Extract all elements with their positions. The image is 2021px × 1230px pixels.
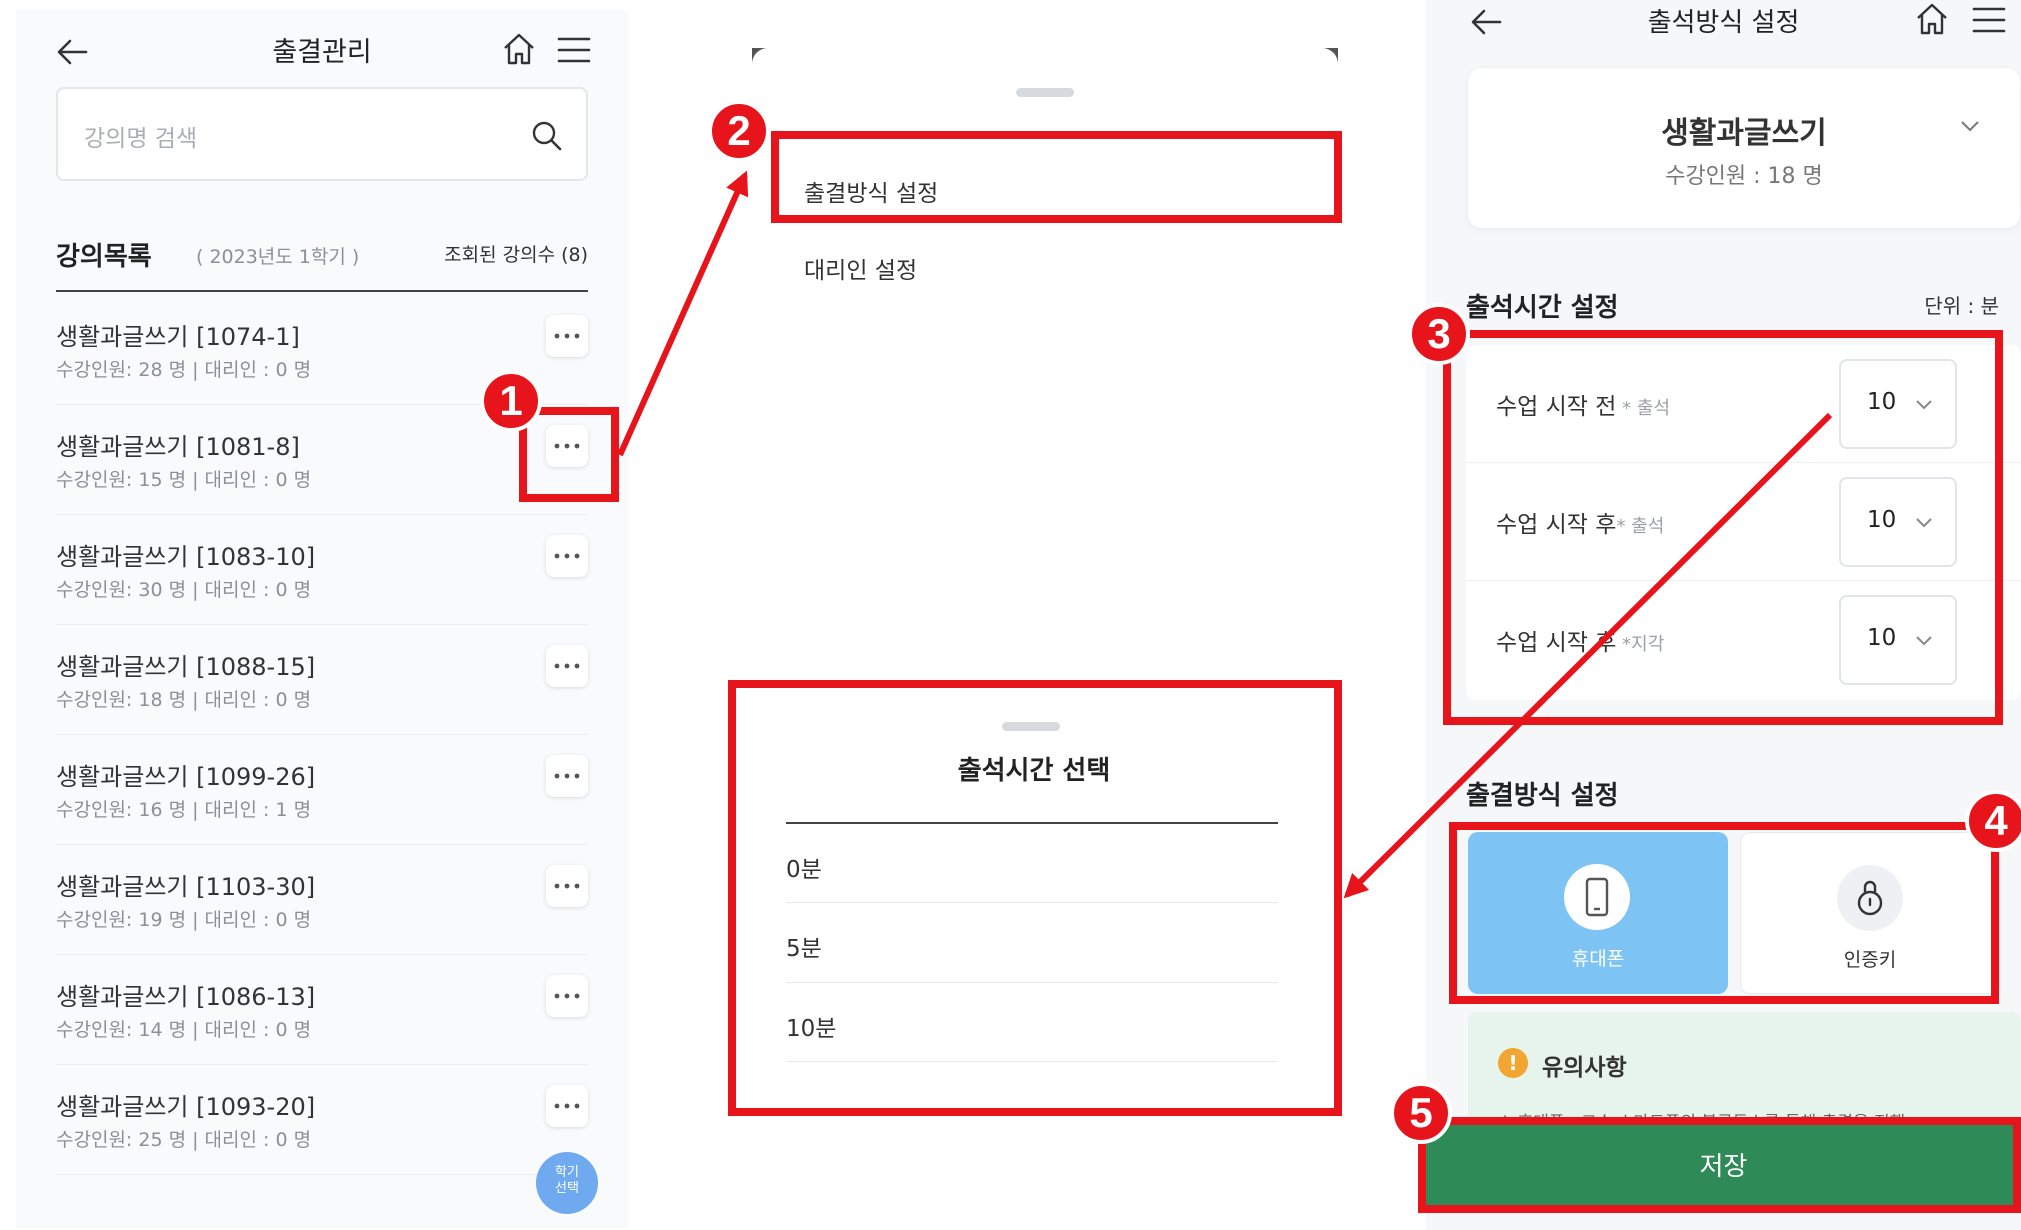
course-meta: 수강인원: 28 명 | 대리인 : 0 명 — [56, 359, 312, 381]
search-placeholder: 강의명 검색 — [84, 126, 198, 152]
highlight-box-5 — [1418, 1117, 2021, 1213]
more-options-button[interactable] — [546, 755, 588, 797]
sheet-drag-handle[interactable] — [1016, 88, 1074, 97]
method-section-title: 출결방식 설정 — [1466, 781, 1619, 811]
course-selector[interactable]: 생활과글쓰기 수강인원 : 18 명 — [1468, 68, 2020, 228]
selected-course-students: 수강인원 : 18 명 — [1665, 164, 1823, 189]
chevron-down-icon — [1961, 121, 1979, 132]
more-dots-icon — [554, 773, 580, 779]
more-dots-icon — [554, 993, 580, 999]
course-name: 생활과글쓰기 [1093-20] — [56, 1093, 316, 1121]
more-options-button[interactable] — [546, 535, 588, 577]
more-dots-icon — [554, 663, 580, 669]
semester-label: ( 2023년도 1학기 ) — [196, 246, 360, 268]
more-dots-icon — [554, 883, 580, 889]
highlight-box-4 — [1449, 822, 1999, 1004]
search-input[interactable]: 강의명 검색 — [56, 87, 588, 181]
time-section-title: 출석시간 설정 — [1466, 293, 1619, 323]
course-name: 생활과글쓰기 [1088-15] — [56, 653, 316, 681]
step-badge-5: 5 — [1390, 1082, 1452, 1144]
more-options-button[interactable] — [546, 865, 588, 907]
more-options-button[interactable] — [546, 975, 588, 1017]
search-icon[interactable] — [530, 119, 564, 153]
semester-select-button[interactable]: 학기 선택 — [536, 1152, 598, 1214]
course-name: 생활과글쓰기 [1083-10] — [56, 543, 316, 571]
unit-label: 단위 : 분 — [1924, 294, 1999, 318]
course-meta: 수강인원: 19 명 | 대리인 : 0 명 — [56, 909, 312, 931]
attendance-list-screen: 출결관리 강의명 검색 강의목록 ( 2023년도 1학기 ) 조회된 강의수 … — [16, 10, 628, 1228]
sheet-corner-right — [1322, 48, 1338, 64]
fab-label-line1: 학기 — [555, 1165, 579, 1180]
more-dots-icon — [554, 553, 580, 559]
more-options-button[interactable] — [546, 1085, 588, 1127]
course-item[interactable]: 생활과글쓰기 [1103-30] 수강인원: 19 명 | 대리인 : 0 명 — [56, 845, 588, 955]
arrow-1-to-2 — [617, 170, 749, 457]
course-item[interactable]: 생활과글쓰기 [1088-15] 수강인원: 18 명 | 대리인 : 0 명 — [56, 625, 588, 735]
notice-title: 유의사항 — [1542, 1055, 1627, 1081]
more-dots-icon — [554, 333, 580, 339]
course-meta: 수강인원: 15 명 | 대리인 : 0 명 — [56, 469, 312, 491]
more-dots-icon — [554, 1103, 580, 1109]
course-meta: 수강인원: 18 명 | 대리인 : 0 명 — [56, 689, 312, 711]
warning-icon: ! — [1498, 1048, 1528, 1078]
course-list-header: 강의목록 ( 2023년도 1학기 ) 조회된 강의수 (8) — [56, 232, 588, 292]
hamburger-menu-icon[interactable] — [1971, 2, 2007, 38]
list-header: 출결관리 — [16, 10, 628, 90]
course-meta: 수강인원: 14 명 | 대리인 : 0 명 — [56, 1019, 312, 1041]
course-item[interactable]: 생활과글쓰기 [1099-26] 수강인원: 16 명 | 대리인 : 1 명 — [56, 735, 588, 845]
course-name: 생활과글쓰기 [1099-26] — [56, 763, 316, 791]
home-icon[interactable] — [1913, 0, 1951, 38]
course-name: 생활과글쓰기 [1086-13] — [56, 983, 316, 1011]
highlight-box-time-sheet — [728, 680, 1342, 1116]
menu-item-proxy-setting[interactable]: 대리인 설정 — [804, 251, 917, 285]
sheet-corner-left — [752, 48, 768, 64]
course-name: 생활과글쓰기 [1074-1] — [56, 323, 300, 351]
more-options-button[interactable] — [546, 315, 588, 357]
course-item[interactable]: 생활과글쓰기 [1086-13] 수강인원: 14 명 | 대리인 : 0 명 — [56, 955, 588, 1065]
step-badge-4: 4 — [1965, 790, 2021, 852]
course-item[interactable]: 생활과글쓰기 [1093-20] 수강인원: 25 명 | 대리인 : 0 명 — [56, 1065, 588, 1175]
course-list-title: 강의목록 — [56, 242, 152, 272]
hamburger-menu-icon[interactable] — [556, 32, 592, 68]
step-badge-3: 3 — [1408, 303, 1470, 365]
fab-label-line2: 선택 — [555, 1181, 579, 1196]
course-meta: 수강인원: 30 명 | 대리인 : 0 명 — [56, 579, 312, 601]
highlight-box-3 — [1443, 330, 2003, 725]
more-options-button[interactable] — [546, 645, 588, 687]
course-meta: 수강인원: 16 명 | 대리인 : 1 명 — [56, 799, 312, 821]
course-name: 생활과글쓰기 [1103-30] — [56, 873, 316, 901]
step-badge-1: 1 — [480, 370, 542, 432]
course-count: 조회된 강의수 (8) — [444, 244, 588, 266]
selected-course-name: 생활과글쓰기 — [1661, 116, 1827, 151]
course-meta: 수강인원: 25 명 | 대리인 : 0 명 — [56, 1129, 312, 1151]
course-item[interactable]: 생활과글쓰기 [1083-10] 수강인원: 30 명 | 대리인 : 0 명 — [56, 515, 588, 625]
home-icon[interactable] — [500, 30, 538, 68]
course-name: 생활과글쓰기 [1081-8] — [56, 433, 300, 461]
step-badge-2: 2 — [708, 100, 770, 162]
highlight-box-2 — [771, 131, 1342, 223]
